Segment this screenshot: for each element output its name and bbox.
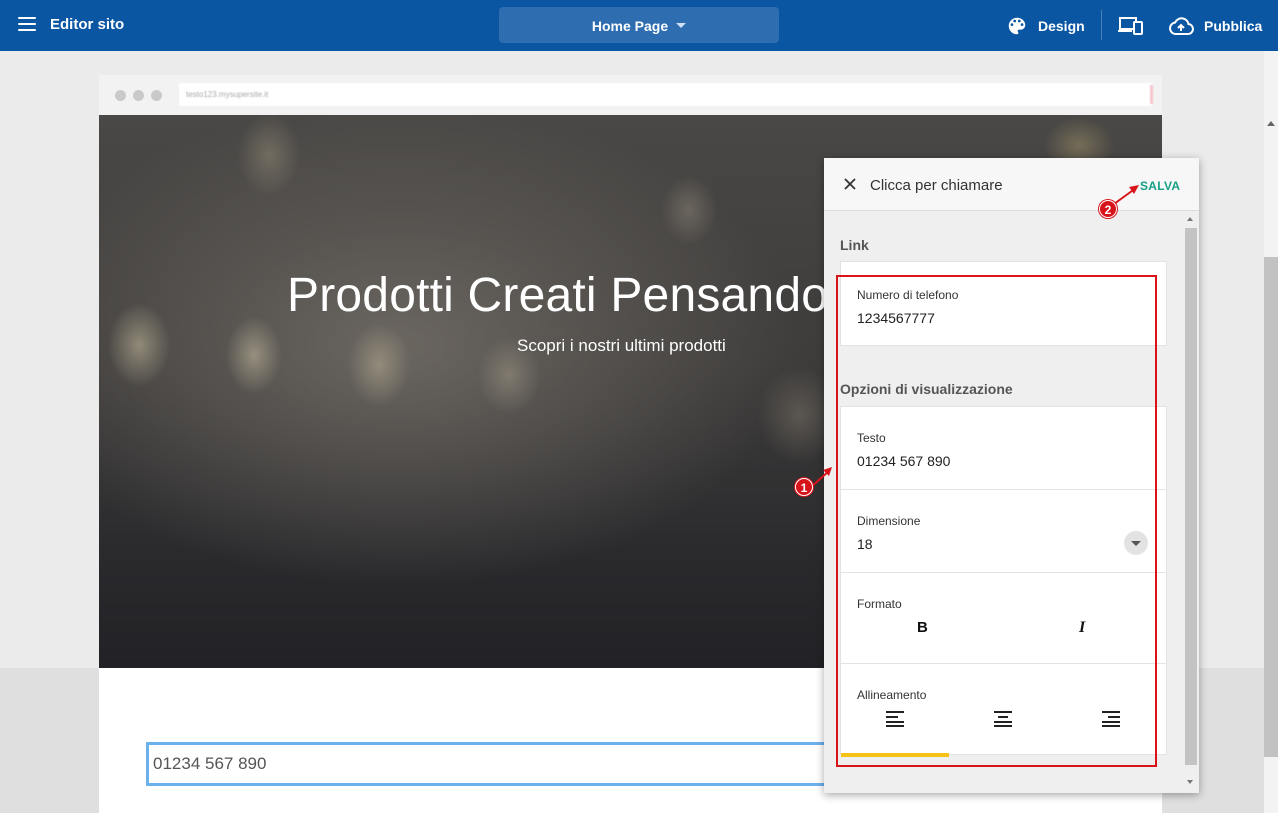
hero-title[interactable]: Prodotti Creati Pensando	[287, 268, 828, 323]
window-dot	[115, 90, 126, 101]
align-right-icon[interactable]	[1102, 711, 1122, 727]
scroll-down-arrow-icon[interactable]	[1187, 780, 1193, 784]
text-field-group: Testo 01234 567 890	[841, 407, 1168, 489]
devices-icon	[1118, 17, 1143, 35]
text-field[interactable]: 01234 567 890	[857, 453, 950, 469]
browser-bar: testo123.mysupersite.it	[99, 75, 1162, 115]
alignment-label: Allineamento	[857, 688, 927, 702]
page-scrollbar[interactable]	[1264, 51, 1278, 813]
scroll-up-arrow-icon[interactable]	[1187, 217, 1193, 221]
annotation-badge-2: 2	[1099, 200, 1117, 218]
caret-down-icon	[676, 22, 687, 28]
url-bar: testo123.mysupersite.it	[179, 83, 1153, 106]
align-center-icon[interactable]	[994, 711, 1014, 727]
format-label: Formato	[857, 597, 902, 611]
text-label: Testo	[857, 431, 886, 445]
click-to-call-settings-panel: Clicca per chiamare SALVA Link Numero di…	[824, 158, 1199, 793]
selected-alignment-indicator	[841, 753, 949, 757]
size-select[interactable]: 18	[857, 536, 873, 552]
app-title: Editor sito	[50, 16, 125, 33]
page-selector-label: Home Page	[591, 18, 669, 34]
hero-subtitle[interactable]: Scopri i nostri ultimi prodotti	[517, 336, 726, 356]
dropdown-arrow-icon[interactable]	[1124, 531, 1148, 555]
panel-title: Clicca per chiamare	[870, 177, 1003, 194]
window-dot	[133, 90, 144, 101]
italic-button[interactable]: I	[1079, 619, 1085, 637]
publish-button[interactable]: Pubblica	[1168, 12, 1262, 40]
phone-number-field[interactable]: 1234567777	[857, 310, 935, 326]
save-button[interactable]: SALVA	[1140, 179, 1180, 193]
publish-label: Pubblica	[1204, 18, 1263, 34]
panel-header: Clicca per chiamare SALVA	[824, 158, 1199, 211]
top-bar: Editor sito Home Page Design Pubblica	[0, 0, 1278, 51]
scrollbar-thumb[interactable]	[1264, 257, 1278, 757]
annotation-badge-1: 1	[795, 478, 813, 496]
link-section-heading: Link	[840, 237, 869, 253]
device-preview-button[interactable]	[1118, 12, 1154, 40]
phone-number-label: Numero di telefono	[857, 288, 959, 302]
format-field-group: Formato B I	[841, 573, 1168, 663]
bold-button[interactable]: B	[917, 619, 928, 636]
design-button[interactable]: Design	[1006, 12, 1085, 40]
panel-scrollbar[interactable]	[1184, 211, 1199, 793]
size-field-group: Dimensione 18	[841, 490, 1168, 572]
hamburger-menu-icon[interactable]	[18, 17, 36, 33]
scroll-up-arrow-icon[interactable]	[1267, 121, 1275, 126]
size-label: Dimensione	[857, 514, 921, 528]
page-selector[interactable]: Home Page	[499, 7, 779, 43]
cloud-upload-icon	[1169, 17, 1194, 35]
display-options-heading: Opzioni di visualizzazione	[840, 381, 1013, 397]
url-text: testo123.mysupersite.it	[186, 90, 269, 99]
close-icon[interactable]	[843, 177, 857, 191]
display-options-card: Testo 01234 567 890 Dimensione 18 Format…	[840, 406, 1168, 757]
align-left-icon[interactable]	[886, 711, 906, 727]
window-dot	[151, 90, 162, 101]
design-label: Design	[1038, 18, 1085, 34]
palette-icon	[1008, 17, 1026, 35]
topbar-divider	[1101, 10, 1102, 40]
click-to-call-element[interactable]: 01234 567 890	[146, 742, 846, 786]
link-card: Numero di telefono 1234567777	[840, 261, 1167, 346]
alignment-field-group: Allineamento	[841, 664, 1168, 756]
scrollbar-thumb[interactable]	[1185, 228, 1197, 765]
